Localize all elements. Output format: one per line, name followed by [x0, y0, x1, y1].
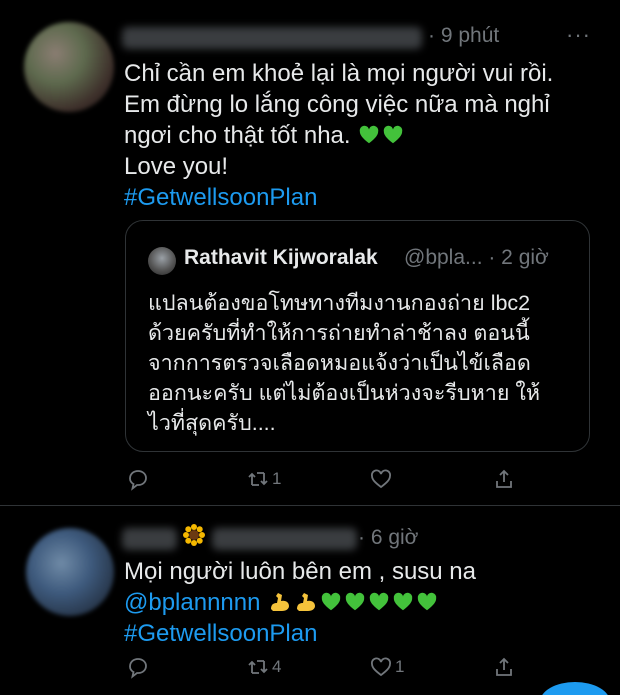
- quote-handle-time: @bpla... · 2 giờ: [404, 246, 549, 269]
- quote-line: ไวที่สุดครับ....: [148, 411, 276, 435]
- share-button[interactable]: [492, 467, 516, 491]
- more-options-button[interactable]: ···: [566, 22, 591, 48]
- sunflower-emoji: [183, 524, 205, 546]
- green-heart-emoji: [345, 592, 365, 611]
- retweet-icon: [248, 660, 268, 674]
- retweet-button[interactable]: 1: [246, 467, 281, 491]
- retweet-count: 4: [272, 657, 282, 676]
- quote-line: แปลนต้องขอโทษทางทีมงานกองถ่าย lbc2: [148, 291, 531, 315]
- green-heart-emoji: [321, 592, 341, 611]
- mention-link[interactable]: @bplannnnn: [124, 589, 260, 616]
- green-heart-emoji: [369, 592, 389, 611]
- green-heart-emoji: [417, 592, 437, 611]
- like-icon: [371, 469, 391, 489]
- avatar[interactable]: [26, 528, 114, 616]
- reply-button[interactable]: [126, 655, 150, 679]
- share-icon: [496, 657, 512, 676]
- blurred-username[interactable]: [122, 27, 422, 49]
- tweet-line: Em đừng lo lắng công việc nữa mà nghỉ: [124, 91, 550, 118]
- retweet-icon: [248, 472, 268, 486]
- green-heart-emoji: [393, 592, 413, 611]
- tweet-actions: 4 1: [0, 655, 620, 685]
- quoted-tweet[interactable]: Rathavit Kijworalak @bpla... · 2 giờ แปล…: [125, 220, 590, 452]
- tweet-time: · 9 phút: [428, 24, 500, 47]
- reply-icon: [129, 658, 147, 679]
- tweet-line: ngơi cho thật tốt nha.: [124, 120, 553, 151]
- blurred-username[interactable]: [122, 528, 177, 550]
- reply-icon: [129, 470, 147, 491]
- tweet[interactable]: · 9 phút ··· Chỉ cần em khoẻ lại là mọi …: [0, 0, 620, 505]
- tweet-text: Mọi người luôn bên em , susu na @bplannn…: [124, 556, 476, 649]
- share-icon: [496, 469, 512, 488]
- like-count: 1: [395, 657, 405, 676]
- tweet-actions: 1: [0, 467, 620, 497]
- quote-line: จากการตรวจเลือดหมอแจ้งว่าเป็นไข้เลือด: [148, 351, 531, 375]
- retweet-button[interactable]: 4: [246, 655, 281, 679]
- tweet-line: @bplannnnn: [124, 587, 476, 618]
- hashtag-link[interactable]: #GetwellsoonPlan: [124, 618, 476, 649]
- green-heart-emoji: [383, 125, 403, 144]
- tweet-line: Chỉ cần em khoẻ lại là mọi người vui rồi…: [124, 60, 554, 87]
- like-icon: [371, 657, 391, 677]
- quote-line: ด้วยครับที่ทำให้การถ่ายทำล่าช้าลง ตอนนี้: [148, 321, 530, 345]
- quote-avatar: [148, 247, 176, 275]
- quote-author-name: Rathavit Kijworalak: [184, 246, 378, 269]
- tweet[interactable]: · 6 giờ Mọi người luôn bên em , susu na …: [0, 506, 620, 695]
- tweet-time: · 6 giờ: [358, 526, 419, 549]
- tweet-text: Chỉ cần em khoẻ lại là mọi người vui rồi…: [124, 58, 553, 213]
- avatar[interactable]: [24, 22, 114, 112]
- flexed-biceps-emoji: [271, 593, 290, 611]
- retweet-count: 1: [272, 469, 282, 488]
- quote-text: แปลนต้องขอโทษทางทีมงานกองถ่าย lbc2 ด้วยค…: [148, 288, 540, 438]
- blurred-handle[interactable]: [212, 528, 357, 550]
- reply-button[interactable]: [126, 467, 150, 491]
- like-button[interactable]: 1: [369, 655, 404, 679]
- flexed-biceps-emoji: [297, 593, 316, 611]
- hashtag-link[interactable]: #GetwellsoonPlan: [124, 182, 553, 213]
- share-button[interactable]: [492, 655, 516, 679]
- tweet-line: Mọi người luôn bên em , susu na: [124, 558, 476, 585]
- quote-line: ออกนะครับ แต่ไม่ต้องเป็นห่วงจะรีบหาย ให้: [148, 381, 541, 405]
- like-button[interactable]: [369, 467, 393, 491]
- green-heart-emoji: [359, 125, 379, 144]
- tweet-line: Love you!: [124, 153, 229, 180]
